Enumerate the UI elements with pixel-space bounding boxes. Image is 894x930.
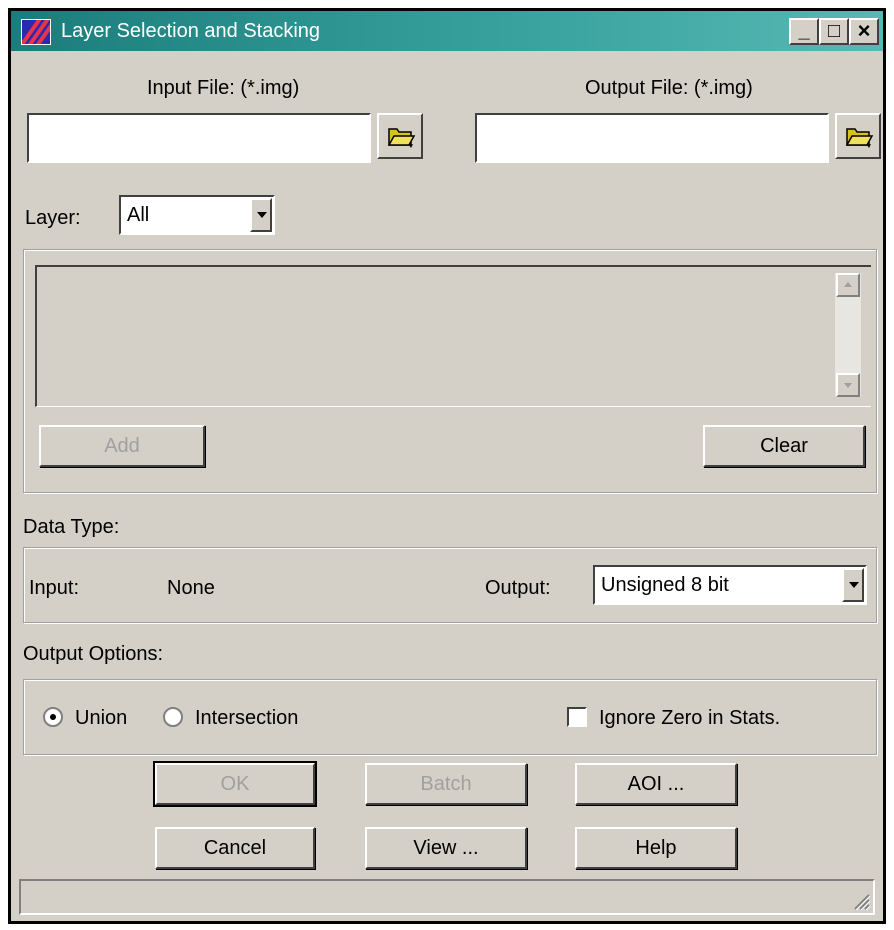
layer-select[interactable]: All [119,195,275,235]
close-button[interactable]: × [849,18,879,45]
view-button[interactable]: View ... [365,827,527,869]
maximize-button[interactable]: □ [819,18,849,45]
output-options-heading: Output Options: [23,643,164,665]
output-file-label: Output File: (*.img) [585,77,753,99]
union-label[interactable]: Union [75,707,127,730]
chevron-down-icon[interactable] [250,198,272,232]
data-type-heading: Data Type: [23,516,120,538]
scroll-down-button[interactable] [836,373,860,397]
input-browse-button[interactable] [377,113,423,159]
title-bar[interactable]: Layer Selection and Stacking _ □ × [11,11,883,51]
data-type-input-value: None [167,577,215,599]
layer-listbox[interactable] [35,265,871,407]
help-button[interactable]: Help [575,827,737,869]
output-type-value: Unsigned 8 bit [601,574,729,596]
open-folder-icon [845,128,874,148]
add-button[interactable]: Add [39,425,205,467]
clear-button[interactable]: Clear [703,425,865,467]
list-scrollbar[interactable] [835,273,861,397]
minimize-button[interactable]: _ [789,18,819,45]
batch-button[interactable]: Batch [365,763,527,805]
arrow-down-icon [844,383,852,388]
window-title: Layer Selection and Stacking [61,20,321,42]
layer-select-value: All [127,204,150,226]
aoi-button[interactable]: AOI ... [575,763,737,805]
ignore-zero-label[interactable]: Ignore Zero in Stats. [599,707,780,730]
intersection-label[interactable]: Intersection [195,707,298,730]
ok-button[interactable]: OK [153,761,317,807]
app-icon [21,19,51,45]
data-type-input-label: Input: [29,577,80,599]
ignore-zero-checkbox[interactable] [567,707,587,727]
output-file-field[interactable] [475,113,829,163]
intersection-radio[interactable] [163,707,183,727]
status-bar [19,879,875,915]
scroll-up-button[interactable] [836,273,860,297]
resize-grip-icon[interactable] [851,891,871,911]
union-radio[interactable] [43,707,63,727]
chevron-down-icon[interactable] [842,568,864,602]
input-file-field[interactable] [27,113,371,163]
cancel-button[interactable]: Cancel [155,827,315,869]
output-browse-button[interactable] [835,113,881,159]
layer-label: Layer: [25,207,81,229]
input-file-label: Input File: (*.img) [147,77,300,99]
data-type-output-label: Output: [485,577,551,599]
arrow-up-icon [844,282,852,287]
open-folder-icon [387,128,416,148]
dialog-window: Layer Selection and Stacking _ □ × Input… [8,8,886,924]
output-type-select[interactable]: Unsigned 8 bit [593,565,867,605]
